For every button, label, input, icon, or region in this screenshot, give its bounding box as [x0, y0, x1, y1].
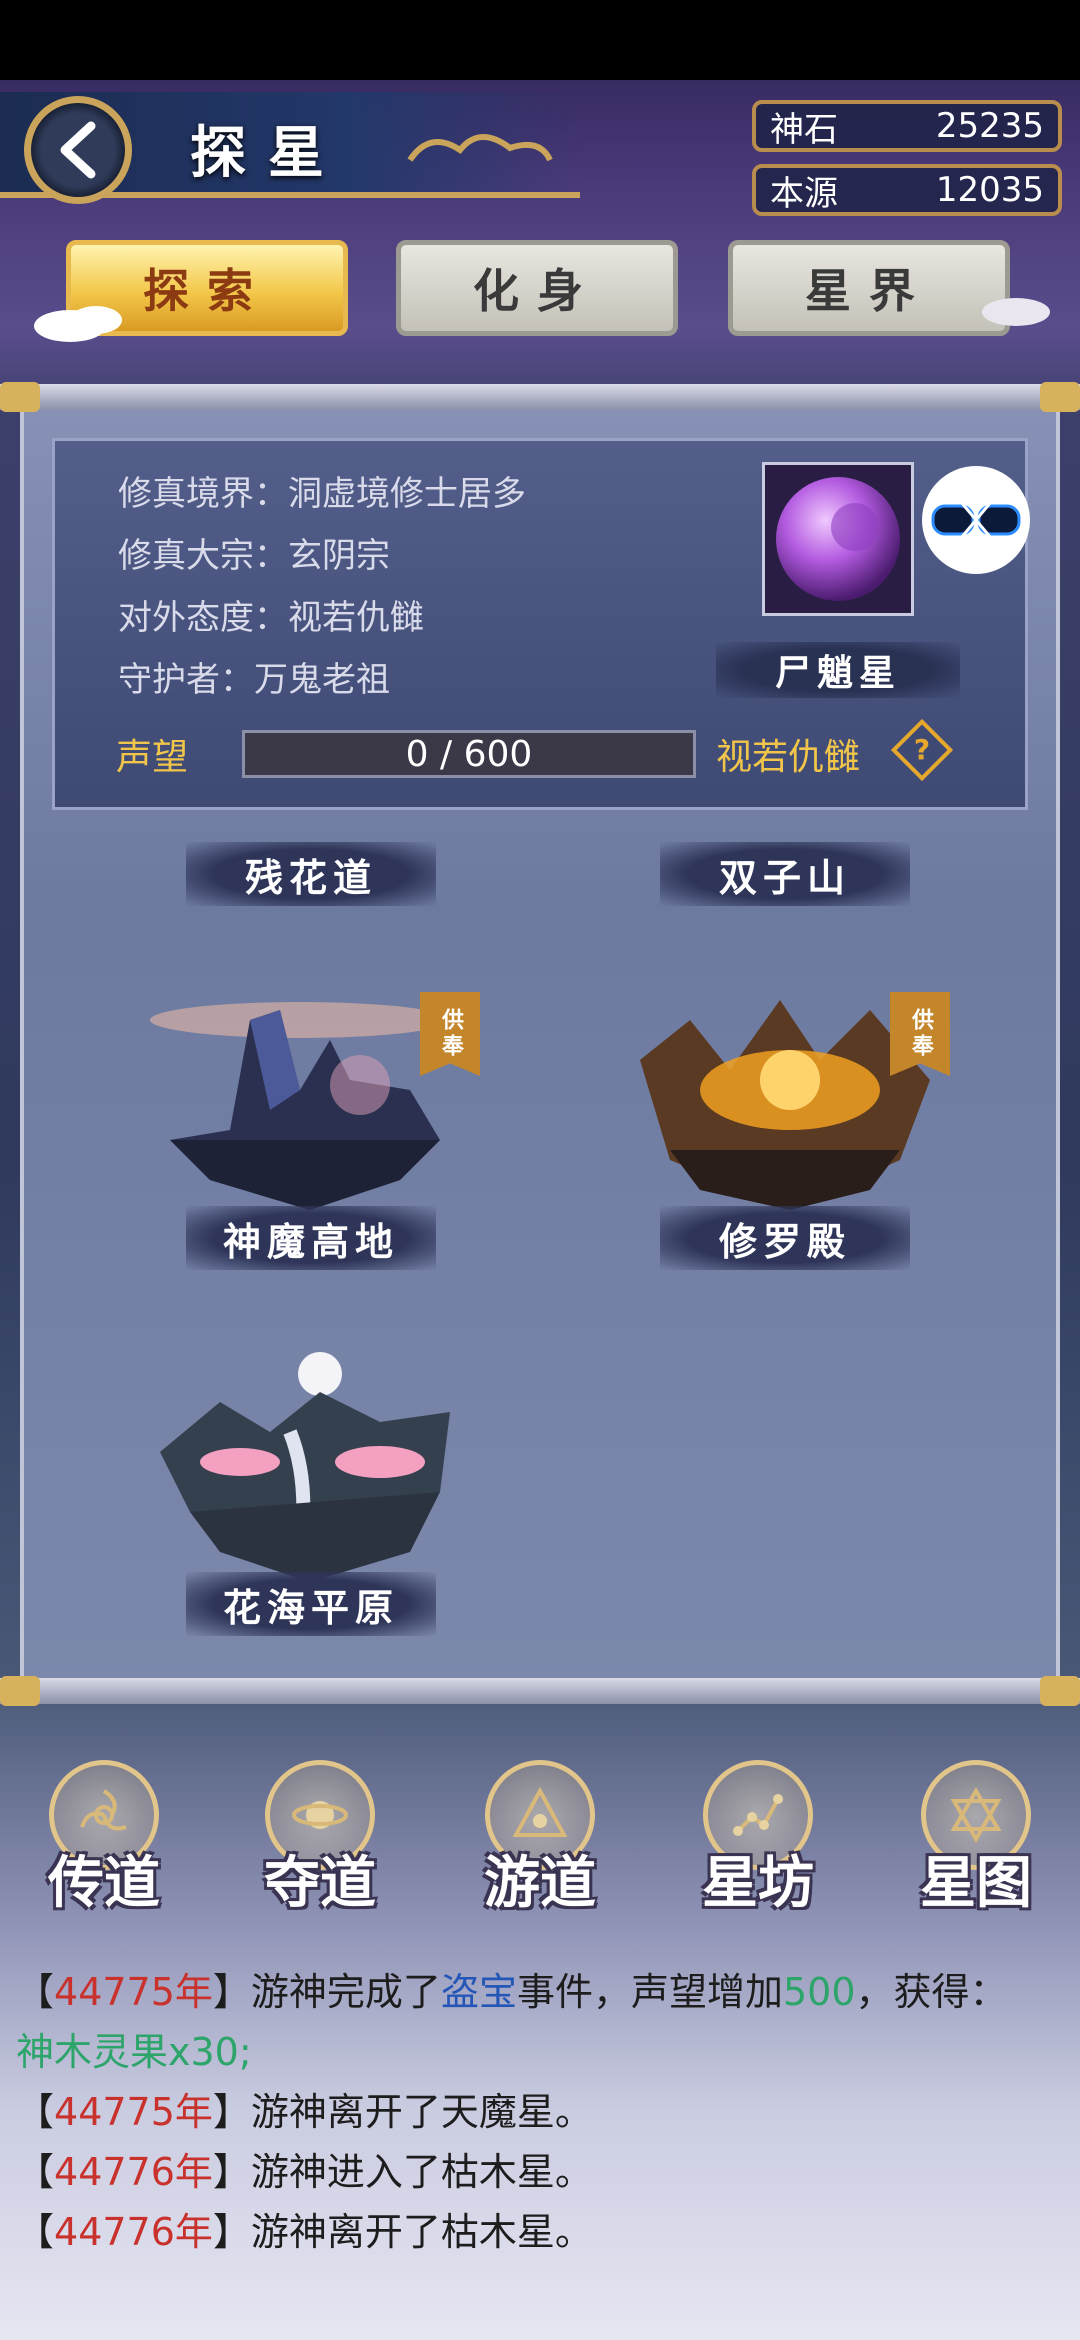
log-reward: 神木灵果x30; [16, 2030, 252, 2074]
log-year: 44775年 [54, 1970, 213, 2014]
log-year: 44776年 [54, 2210, 213, 2254]
currency-shenshi: 神石 25235 [752, 100, 1062, 152]
planet-name: 尸魈星 [716, 642, 960, 698]
nav-label: 星图 [920, 1850, 1032, 1916]
vr-glasses-icon [931, 501, 1021, 539]
planet-major-sect: 修真大宗：玄阴宗 [118, 536, 390, 576]
log-amount: 500 [782, 1970, 856, 2014]
nav-label: 夺道 [264, 1850, 376, 1916]
purple-planet-icon [765, 465, 911, 613]
triangle-star-icon [512, 1787, 568, 1837]
log-year: 44776年 [54, 2150, 213, 2194]
log-event: 盗宝 [440, 1970, 517, 2014]
planet-cultivation-realm: 修真境界：洞虚境修士居多 [118, 474, 526, 514]
bracket: 】 [212, 2210, 251, 2254]
reputation-bar: 0 / 600 [242, 730, 696, 778]
nav-label: 星坊 [702, 1850, 814, 1916]
bracket: 】 [212, 1970, 251, 2014]
log-entry: 【44776年】游神进入了枯木星。 [16, 2142, 1066, 2202]
rail-ornament [0, 1676, 40, 1706]
place-shuangzishan[interactable]: 双子山 [660, 842, 910, 906]
bracket: 【 [16, 2150, 55, 2194]
reputation-status: 视若仇雠 [716, 737, 861, 778]
triskelion-icon [80, 1789, 127, 1831]
bracket: 【 [16, 2210, 55, 2254]
rail-ornament [1040, 1676, 1080, 1706]
log-text: ，获得： [855, 1970, 1008, 2014]
nav-duodao[interactable]: 夺道 [230, 1760, 410, 1930]
orbit-icon [292, 1801, 348, 1829]
log-text: 事件，声望增加 [516, 1970, 783, 2014]
cloud-icon [982, 298, 1050, 326]
cloud-icon [34, 306, 122, 342]
place-flower-sea-plain[interactable]: 花海平原 [186, 1572, 436, 1636]
bracket: 【 [16, 2090, 55, 2134]
tab-avatar[interactable]: 化身 [396, 240, 678, 336]
cloud-ornament-icon [407, 134, 553, 162]
bracket: 【 [16, 1970, 55, 2014]
shenmo-highland-island-icon[interactable] [150, 980, 460, 1220]
planet-guardian: 守护者：万鬼老祖 [118, 660, 390, 700]
log-text: 游神离开了枯木星。 [250, 2210, 593, 2254]
flower-sea-plain-island-icon[interactable] [150, 1352, 460, 1592]
vr-glasses-button[interactable] [922, 466, 1030, 574]
panel-rail [0, 1678, 1080, 1704]
rail-ornament [0, 382, 40, 412]
log-entry: 【44775年】游神完成了盗宝事件，声望增加500，获得： [16, 1962, 1066, 2022]
currency-value: 25235 [935, 106, 1044, 146]
planet-image[interactable] [762, 462, 914, 616]
nav-youdao[interactable]: 游道 [450, 1760, 630, 1930]
log-entry: 【44775年】游神离开了天魔星。 [16, 2082, 1066, 2142]
page-title: 探星 [190, 120, 346, 186]
currency-label: 神石 [770, 109, 838, 150]
place-canhuadao[interactable]: 残花道 [186, 842, 436, 906]
reputation-value: 0 / 600 [405, 733, 533, 775]
question-icon: ? [913, 733, 931, 766]
nav-chuandao[interactable]: 传道 [14, 1760, 194, 1930]
event-log: 【44775年】游神完成了盗宝事件，声望增加500，获得： 神木灵果x30; 【… [16, 1962, 1066, 2262]
status-bar [0, 0, 1080, 80]
log-text: 游神进入了枯木星。 [250, 2150, 593, 2194]
constellation-icon [733, 1794, 783, 1836]
chevron-left-icon [60, 121, 96, 179]
log-entry: 【44776年】游神离开了枯木星。 [16, 2202, 1066, 2262]
currency-value: 12035 [935, 170, 1044, 210]
reputation-label: 声望 [116, 737, 189, 778]
back-button[interactable] [24, 96, 132, 204]
planet-attitude: 对外态度：视若仇雠 [118, 598, 424, 638]
nav-xingtu[interactable]: 星图 [886, 1760, 1066, 1930]
place-shenmo-highland[interactable]: 神魔高地 [186, 1206, 436, 1270]
bracket: 】 [212, 2090, 251, 2134]
nav-label: 传道 [48, 1850, 160, 1916]
log-text: 游神完成了 [250, 1970, 441, 2014]
log-text: 游神离开了天魔星。 [250, 2090, 593, 2134]
bracket: 】 [212, 2150, 251, 2194]
currency-benyuan: 本源 12035 [752, 164, 1062, 216]
currency-label: 本源 [770, 173, 838, 214]
nav-label: 游道 [484, 1850, 596, 1916]
rail-ornament [1040, 382, 1080, 412]
panel-rail [0, 384, 1080, 410]
tab-star-realm[interactable]: 星界 [728, 240, 1010, 336]
nav-xingfang[interactable]: 星坊 [668, 1760, 848, 1930]
hexagram-icon [950, 1787, 1002, 1843]
log-year: 44775年 [54, 2090, 213, 2134]
place-shura-hall[interactable]: 修罗殿 [660, 1206, 910, 1270]
